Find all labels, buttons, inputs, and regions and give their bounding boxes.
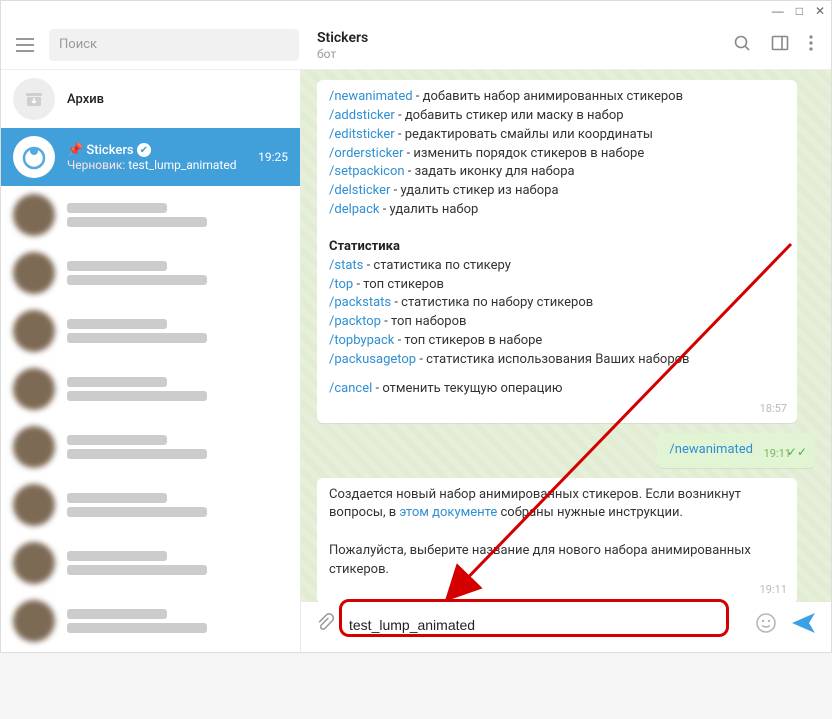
minimize-button[interactable]: — [772,4,784,18]
chat-title[interactable]: Stickers [317,30,719,46]
command-link[interactable]: /top [329,277,353,292]
list-item[interactable]: .. [1,476,300,534]
list-item[interactable]: .. [1,592,300,650]
avatar [13,136,55,178]
archive-icon [13,78,55,120]
command-link[interactable]: /editsticker [329,127,395,142]
command-link[interactable]: /newanimated [329,89,413,104]
bot-message-commands: /newanimated - добавить набор анимирован… [317,80,797,423]
chat-subtitle: бот [317,47,719,61]
command-link[interactable]: /delsticker [329,183,390,198]
archive-label: Архив [67,92,288,107]
list-item[interactable]: .. [1,186,300,244]
read-ticks-icon: ✓✓ [787,444,807,461]
list-item[interactable]: .. [1,418,300,476]
app-window: — □ ✕ Поиск Stickers бот [0,0,832,653]
chat-header: Stickers бот [299,30,831,61]
chat-pane: /newanimated - добавить набор анимирован… [301,70,831,652]
command-link[interactable]: /cancel [329,381,372,396]
search-icon[interactable] [733,34,751,56]
window-controls: — □ ✕ [1,1,831,21]
list-item[interactable]: .. [1,360,300,418]
close-button[interactable]: ✕ [815,4,825,18]
archive-row[interactable]: Архив [1,70,300,128]
list-item[interactable]: .. [1,302,300,360]
message-time: 18:57 [760,401,787,417]
chat-time: 19:25 [258,150,288,164]
section-heading: Статистика [329,238,785,257]
chat-row-stickers[interactable]: 📌 Stickers ✔ Черновик: test_lump_animate… [1,128,300,186]
emoji-icon[interactable] [755,612,777,638]
panel-icon[interactable] [771,34,789,56]
chat-name: 📌 Stickers ✔ [67,143,246,158]
chat-preview: Черновик: test_lump_animated [67,158,246,172]
command-link[interactable]: /topbypack [329,333,394,348]
doc-link[interactable]: этом документе [399,505,497,520]
message-list: /newanimated - добавить набор анимирован… [301,70,831,602]
command-link[interactable]: /packstats [329,295,391,310]
command-link[interactable]: /ordersticker [329,146,403,161]
top-bar: Поиск Stickers бот [1,21,831,69]
user-message-newanimated: /newanimated 19:11 ✓✓ [657,433,815,468]
attach-icon[interactable] [315,613,335,637]
command-link[interactable]: /delpack [329,202,380,217]
maximize-button[interactable]: □ [796,4,803,18]
message-time: 19:11 [760,582,787,598]
chat-list: Архив 📌 Stickers ✔ Черновик: test_lump_a… [1,70,301,652]
more-icon[interactable] [809,34,813,56]
command-link[interactable]: /packtop [329,314,381,329]
hamburger-icon[interactable] [1,38,49,52]
command-link[interactable]: /newanimated [669,442,753,457]
command-link[interactable]: /setpackicon [329,164,405,179]
message-input-bar [301,602,831,652]
command-link[interactable]: /stats [329,258,363,273]
verified-icon: ✔ [137,143,151,157]
search-input[interactable]: Поиск [49,29,299,61]
list-item[interactable]: .. [1,244,300,302]
send-icon[interactable] [791,612,817,638]
command-link[interactable]: /addsticker [329,108,395,123]
bot-message-reply: Создается новый набор анимированных стик… [317,478,797,603]
list-item[interactable]: .. [1,534,300,592]
command-link[interactable]: /packusagetop [329,352,416,367]
message-input[interactable] [349,617,741,633]
